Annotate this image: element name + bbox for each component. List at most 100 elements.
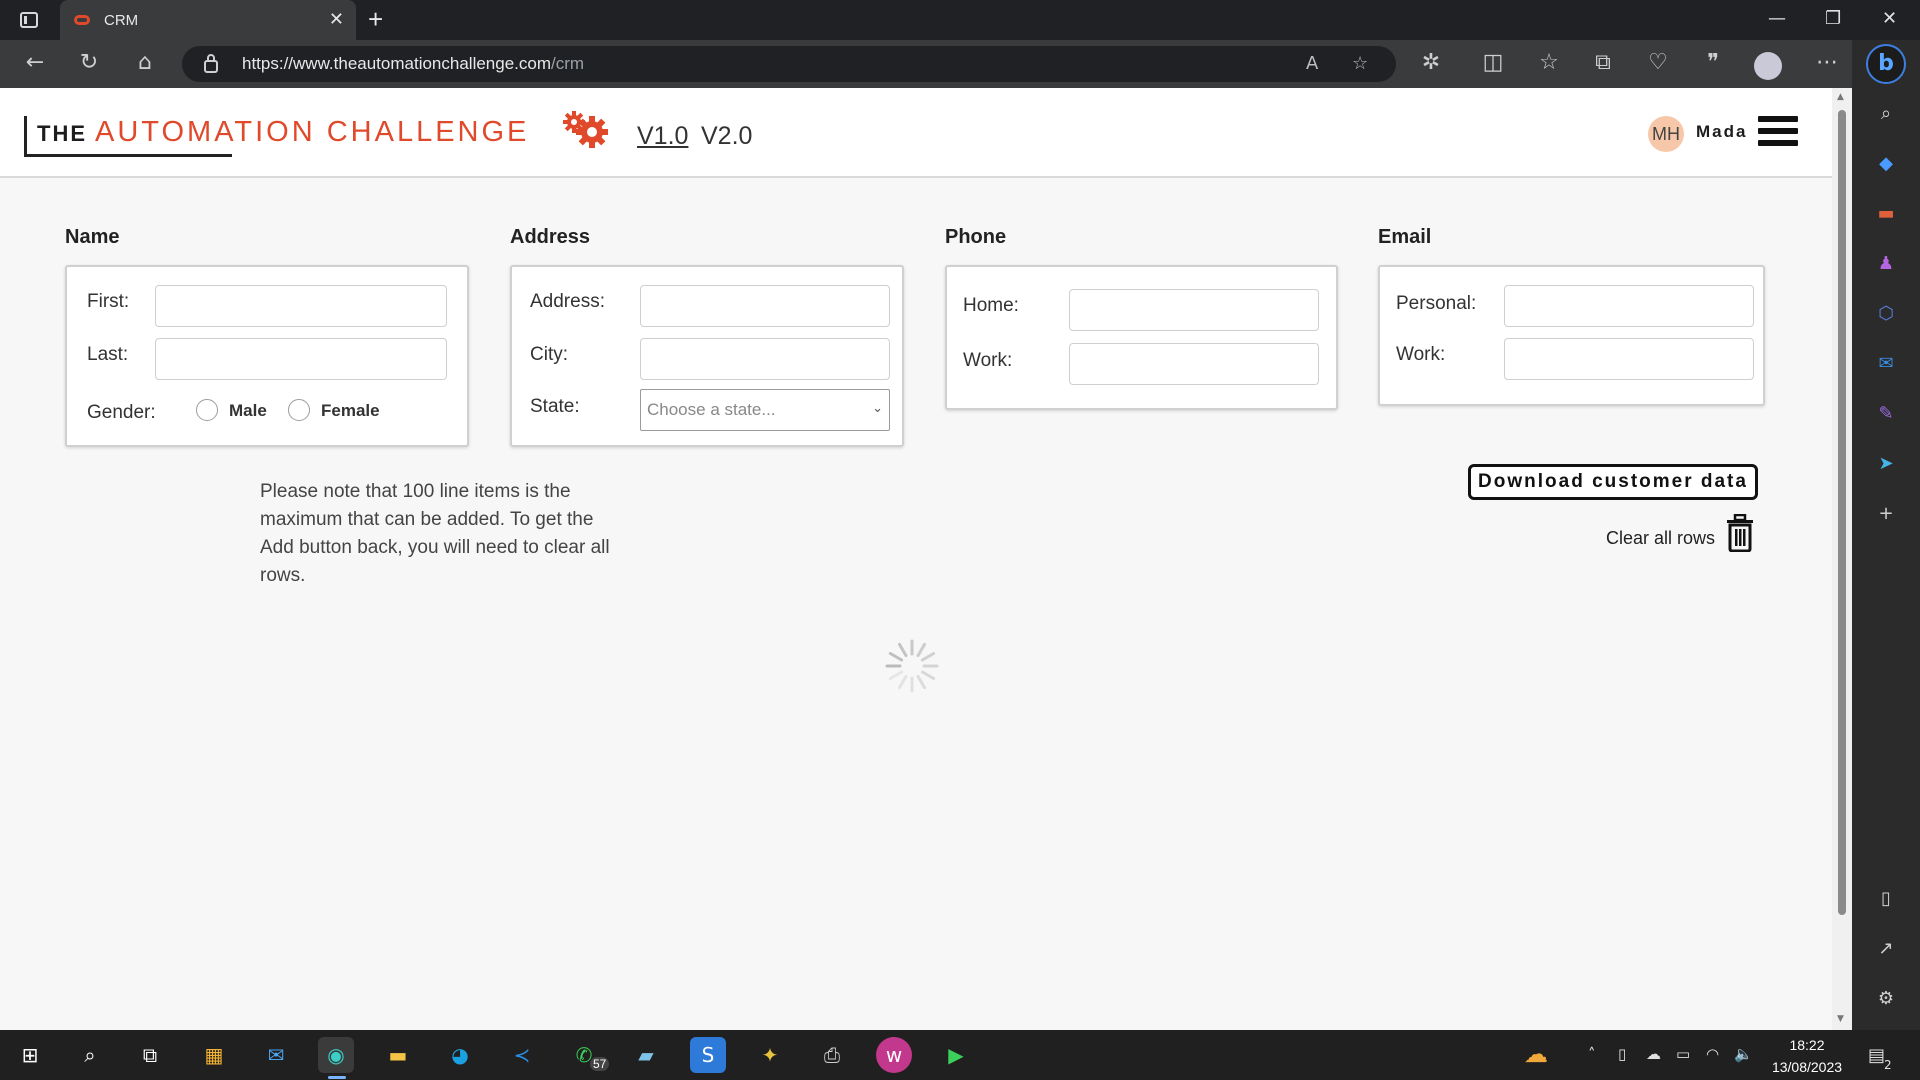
battery-icon[interactable]: ▭ xyxy=(1676,1045,1690,1063)
bing-icon[interactable]: b xyxy=(1866,44,1906,84)
whatsapp-badge: 57 xyxy=(590,1057,610,1071)
clear-all-rows-link[interactable]: Clear all rows xyxy=(1606,528,1715,549)
tab-actions-icon[interactable] xyxy=(20,12,38,28)
scroll-down-icon[interactable]: ▼ xyxy=(1837,1014,1844,1024)
loading-spinner-icon xyxy=(885,639,939,693)
show-hidden-icons-icon[interactable]: ˄ xyxy=(1588,1045,1596,1063)
search-icon[interactable]: ⌕ xyxy=(1872,100,1900,128)
tools-icon[interactable]: ▬ xyxy=(1872,200,1900,228)
logo-main: AUTOMATION CHALLENGE xyxy=(95,116,530,148)
microsoft-store-icon[interactable]: ▦ xyxy=(196,1037,232,1073)
printer-icon[interactable]: ⎙ xyxy=(814,1037,850,1073)
volume-icon[interactable]: 🔈 xyxy=(1734,1045,1753,1063)
outlook-icon[interactable]: ✉ xyxy=(1872,350,1900,378)
chevron-down-icon: ⌄ xyxy=(872,400,883,415)
lock-icon xyxy=(204,54,218,73)
taskbar-search-icon[interactable]: ⌕ xyxy=(72,1037,108,1073)
site-logo[interactable]: THE AUTOMATION CHALLENGE xyxy=(24,116,529,156)
home-phone-label: Home: xyxy=(963,295,1019,316)
taskbar-clock[interactable]: 18:22 13/08/2023 xyxy=(1766,1034,1848,1078)
device-icon[interactable]: ▯ xyxy=(1618,1045,1626,1063)
drop-icon[interactable]: ➤ xyxy=(1872,450,1900,478)
tab-title: CRM xyxy=(104,11,139,29)
download-customer-data-button[interactable]: Download customer data xyxy=(1468,464,1758,500)
first-name-input[interactable] xyxy=(155,285,447,327)
weather-icon[interactable]: ☁ xyxy=(1524,1040,1548,1068)
scrollbar-thumb[interactable] xyxy=(1838,110,1846,915)
wps-icon[interactable]: w xyxy=(876,1037,912,1073)
address-input[interactable] xyxy=(640,285,890,327)
work-email-input[interactable] xyxy=(1504,338,1754,380)
gender-male-radio[interactable] xyxy=(196,399,218,421)
notepad-icon[interactable]: ▰ xyxy=(628,1037,664,1073)
close-tab-icon[interactable]: ✕ xyxy=(329,9,344,30)
url-text: https://www.theautomationchallenge.com/c… xyxy=(242,54,585,73)
phone-panel: Home: Work: xyxy=(945,265,1338,410)
extensions-icon[interactable]: ✲ xyxy=(1416,50,1446,75)
address-panel: Address: City: State: Choose a state... … xyxy=(510,265,904,447)
sidebar-settings-icon[interactable]: ⚙ xyxy=(1872,985,1900,1013)
version-v2-link[interactable]: V2.0 xyxy=(701,122,752,151)
back-icon[interactable]: ← xyxy=(20,50,50,75)
games-icon[interactable]: ♟ xyxy=(1872,250,1900,278)
logo-the: THE xyxy=(37,121,87,146)
home-phone-input[interactable] xyxy=(1069,289,1319,331)
onedrive-icon[interactable]: ☁ xyxy=(1646,1045,1661,1063)
state-select-placeholder: Choose a state... xyxy=(647,400,776,419)
clock-time: 18:22 xyxy=(1789,1037,1825,1053)
favorites-icon[interactable]: ☆ xyxy=(1534,50,1564,75)
shopping-tag-icon[interactable]: ◆ xyxy=(1872,150,1900,178)
task-view-icon[interactable]: ⧉ xyxy=(132,1037,168,1073)
scroll-up-icon[interactable]: ▲ xyxy=(1837,92,1844,102)
maximize-icon[interactable]: ❐ xyxy=(1825,8,1841,29)
more-options-icon[interactable]: ⋯ xyxy=(1812,50,1842,75)
notification-center-icon[interactable]: ▤ xyxy=(1868,1045,1885,1066)
wifi-icon[interactable]: ◠ xyxy=(1706,1045,1719,1063)
app-s-icon[interactable]: S xyxy=(690,1037,726,1073)
media-player-icon[interactable]: ▶ xyxy=(938,1037,974,1073)
edge-browser-icon[interactable]: ◉ xyxy=(318,1037,354,1073)
gears-icon xyxy=(563,111,608,148)
gender-label: Gender: xyxy=(87,402,156,423)
performance-icon[interactable]: ♡ xyxy=(1643,50,1673,75)
page-content: THE AUTOMATION CHALLENGE V1.0 V2.0 MH Mad… xyxy=(0,88,1832,1030)
minimize-icon[interactable]: — xyxy=(1768,8,1786,29)
new-tab-icon[interactable]: + xyxy=(368,4,383,35)
microsoft365-icon[interactable]: ⬡ xyxy=(1872,300,1900,328)
state-select[interactable]: Choose a state... ⌄ xyxy=(640,389,890,431)
trash-icon[interactable] xyxy=(1724,514,1756,552)
max-rows-note: Please note that 100 line items is the m… xyxy=(260,481,610,586)
mail-icon[interactable]: ✉ xyxy=(258,1037,294,1073)
gender-female-radio[interactable] xyxy=(288,399,310,421)
work-phone-input[interactable] xyxy=(1069,343,1319,385)
designer-icon[interactable]: ✎ xyxy=(1872,400,1900,428)
personal-email-input[interactable] xyxy=(1504,285,1754,327)
quote-icon[interactable]: ❞ xyxy=(1698,50,1728,75)
refresh-icon[interactable]: ↻ xyxy=(74,50,104,75)
hamburger-menu-icon[interactable] xyxy=(1758,116,1798,150)
favorite-star-icon[interactable]: ☆ xyxy=(1352,53,1368,74)
split-screen-icon[interactable]: ◫ xyxy=(1478,50,1508,75)
page-scrollbar[interactable]: ▲ ▼ xyxy=(1832,88,1852,1030)
user-name[interactable]: Mada xyxy=(1696,122,1747,142)
browser-tab[interactable]: CRM ✕ xyxy=(60,0,356,40)
hide-sidebar-icon[interactable]: ▯ xyxy=(1872,885,1900,913)
vscode-icon[interactable]: ≺ xyxy=(504,1037,540,1073)
add-sidebar-app-icon[interactable]: + xyxy=(1872,500,1900,528)
avatar[interactable]: MH xyxy=(1648,116,1684,152)
collections-icon[interactable]: ⧉ xyxy=(1588,50,1618,75)
last-name-input[interactable] xyxy=(155,338,447,380)
open-external-icon[interactable]: ↗ xyxy=(1872,935,1900,963)
home-icon[interactable]: ⌂ xyxy=(130,50,160,75)
file-explorer-icon[interactable]: ▬ xyxy=(380,1037,416,1073)
address-bar[interactable]: https://www.theautomationchallenge.com/c… xyxy=(182,46,1396,82)
git-kraken-icon[interactable]: ✦ xyxy=(752,1037,788,1073)
window-close-icon[interactable]: ✕ xyxy=(1882,8,1897,29)
profile-avatar-icon[interactable] xyxy=(1754,52,1782,80)
edge-dev-icon[interactable]: ◕ xyxy=(442,1037,478,1073)
read-aloud-icon[interactable]: A xyxy=(1306,53,1318,74)
work-email-label: Work: xyxy=(1396,344,1446,365)
windows-start-icon[interactable]: ⊞ xyxy=(12,1037,48,1073)
version-v1-link[interactable]: V1.0 xyxy=(637,122,688,151)
city-input[interactable] xyxy=(640,338,890,380)
